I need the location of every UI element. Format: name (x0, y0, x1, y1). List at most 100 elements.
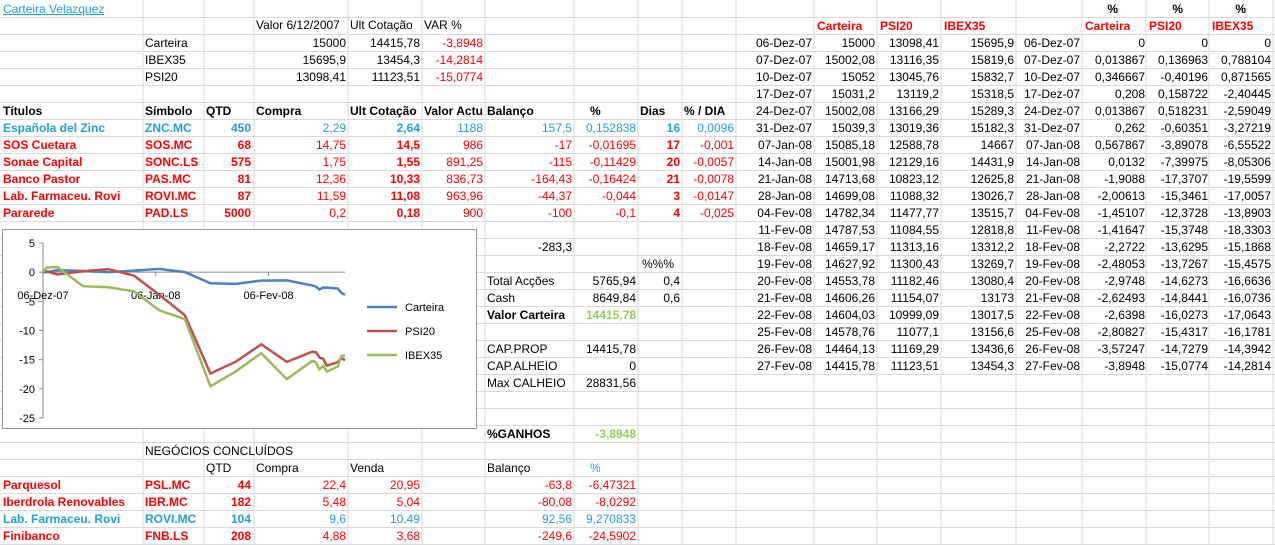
holdings-header-pd: % / DIA (684, 104, 726, 118)
performance-chart[interactable]: 5 0 -5 -10 -15 -20 -25 06-Dez-07 06-Jan-08 06-Fev… (2, 229, 477, 429)
pct-psi20: -13,6295 (1160, 240, 1208, 254)
holdings-header-ult: Ult Cotação (350, 104, 417, 118)
pct-date: 21-Fev-08 (1025, 291, 1080, 305)
pct-date: 19-Fev-08 (1025, 257, 1080, 271)
pct-carteira: -3,57247 (1097, 342, 1145, 356)
closed-balanco: -249,6 (537, 529, 572, 543)
holding-qtd: 5000 (224, 206, 251, 220)
history-psi20: 11077,1 (896, 325, 940, 339)
series-line-ibex35 (42, 265, 346, 389)
history-date: 22-Fev-08 (757, 308, 812, 322)
history-carteira: 15031,2 (831, 87, 875, 101)
history-ibex35: 13436,6 (970, 342, 1014, 356)
pct-carteira: -3,8948 (1104, 359, 1145, 373)
history-carteira: 14787,53 (824, 223, 875, 237)
history-date: 11-Fev-08 (758, 223, 812, 237)
summary-row-ult: 14415,78 (369, 36, 420, 50)
history-psi20: 12129,16 (888, 155, 939, 169)
holding-qtd: 87 (237, 189, 251, 203)
history-ibex35: 13515,7 (970, 206, 1014, 220)
holding-name: SOS Cuetara (3, 138, 77, 152)
pct-date: 21-Jan-08 (1025, 172, 1080, 186)
pct-ibex35: -13,8903 (1223, 206, 1271, 220)
holding-name: Lab. Farmaceu. Rovi (3, 189, 121, 203)
pct-ibex35: -2,40445 (1223, 87, 1271, 101)
closed-qtd: 182 (230, 495, 251, 509)
closed-pct: 9,270833 (585, 512, 636, 526)
pct-psi20: -15,0774 (1160, 359, 1208, 373)
pct-ibex35: 0 (1264, 36, 1271, 50)
holding-balanco: -164,43 (531, 172, 572, 186)
sheet-title-link[interactable]: Carteira Velazquez (3, 1, 104, 18)
history-date: 31-Dez-07 (755, 121, 812, 135)
x-tick-label: 06-Fev-08 (244, 290, 294, 302)
history-date: 21-Fev-08 (757, 291, 812, 305)
history-ibex35: 15819,6 (970, 53, 1014, 67)
holdings-header-valor: Valor Actual (424, 104, 483, 118)
history-ibex35: 13026,7 (970, 189, 1014, 203)
holding-compra: 0,2 (329, 206, 346, 220)
history-carteira: 14415,78 (824, 359, 875, 373)
holding-compra: 11,59 (316, 189, 346, 203)
summary-row-var: -14,2814 (435, 53, 483, 67)
pct-date: 28-Jan-08 (1025, 189, 1080, 203)
pct-carteira: -1,45107 (1097, 206, 1145, 220)
legend-label: PSI20 (405, 326, 435, 338)
summary-row-valor: 15695,9 (302, 53, 346, 67)
pct-date: 18-Fev-08 (1025, 240, 1080, 254)
history-ibex35: 15182,3 (970, 121, 1014, 135)
pct-carteira: 0,262 (1114, 121, 1145, 135)
holding-ult: 1,55 (396, 155, 420, 169)
closed-header-balanco: Balanço (487, 461, 531, 475)
pct-ibex35: -6,55522 (1223, 138, 1271, 152)
closed-compra: 9,6 (329, 512, 346, 526)
history-ibex35: 15318,5 (970, 87, 1014, 101)
cap-prop-label: CAP.PROP (487, 342, 548, 356)
pct-carteira: -2,6398 (1104, 308, 1145, 322)
history-psi20: 10999,09 (888, 308, 939, 322)
history-ibex35: 13454,3 (970, 359, 1014, 373)
holding-dias: 20 (666, 155, 680, 169)
history-ibex35: 13156,6 (970, 325, 1014, 339)
history-ibex35: 13080,4 (970, 274, 1014, 288)
holding-valor: 836,73 (446, 172, 483, 186)
pct-date: 22-Fev-08 (1025, 308, 1080, 322)
pct-ibex35: 0,871565 (1220, 70, 1271, 84)
holding-pct-dia: -0,0078 (693, 172, 734, 186)
y-tick-label: 5 (29, 238, 35, 250)
max-calheio-value: 28831,56 (585, 376, 636, 390)
holding-dias: 17 (666, 138, 680, 152)
pct-psi20: -7,39975 (1160, 155, 1208, 169)
summary-row-ult: 11123,51 (371, 70, 420, 84)
series-line-carteira (42, 267, 346, 297)
history-psi20: 11182,46 (890, 274, 939, 288)
chart-svg: 50-5-10-15-20-2506-Dez-07 06-Jan-08 06-Fev… (17, 238, 445, 425)
closed-symbol: FNB.LS (145, 529, 189, 543)
pct-carteira: 0,208 (1114, 87, 1145, 101)
holding-balanco: -44,37 (537, 189, 572, 203)
pct-psi20: -0,40196 (1160, 70, 1208, 84)
history-header-psi20: PSI20 (880, 19, 913, 33)
summary-row-valor: 15000 (312, 36, 346, 50)
closed-pct: -24,5902 (588, 529, 636, 543)
history-carteira: 14713,68 (824, 172, 875, 186)
pct-psi20: -3,89078 (1160, 138, 1208, 152)
holding-balanco: -100 (547, 206, 572, 220)
history-carteira: 15000 (841, 36, 875, 50)
history-ibex35: 13173 (980, 291, 1014, 305)
closed-qtd: 44 (237, 478, 251, 492)
pct-psi20: -12,3728 (1160, 206, 1208, 220)
pct-carteira: 0 (1138, 36, 1145, 50)
history-psi20: 13119,2 (896, 87, 940, 101)
pct-ibex35: -2,59049 (1223, 104, 1271, 118)
holding-valor: 891,25 (446, 155, 483, 169)
pct-ibex35: -14,2814 (1223, 359, 1271, 373)
holding-qtd: 575 (230, 155, 251, 169)
history-date: 17-Dez-07 (755, 87, 812, 101)
pct-date: 10-Dez-07 (1023, 70, 1080, 84)
holding-pct-dia: -0,0147 (693, 189, 734, 203)
holding-symbol: ROVI.MC (145, 189, 197, 203)
closed-name: Finibanco (3, 529, 60, 543)
pct-header-top: % (1235, 2, 1246, 16)
holding-pct: -0,044 (601, 189, 636, 203)
